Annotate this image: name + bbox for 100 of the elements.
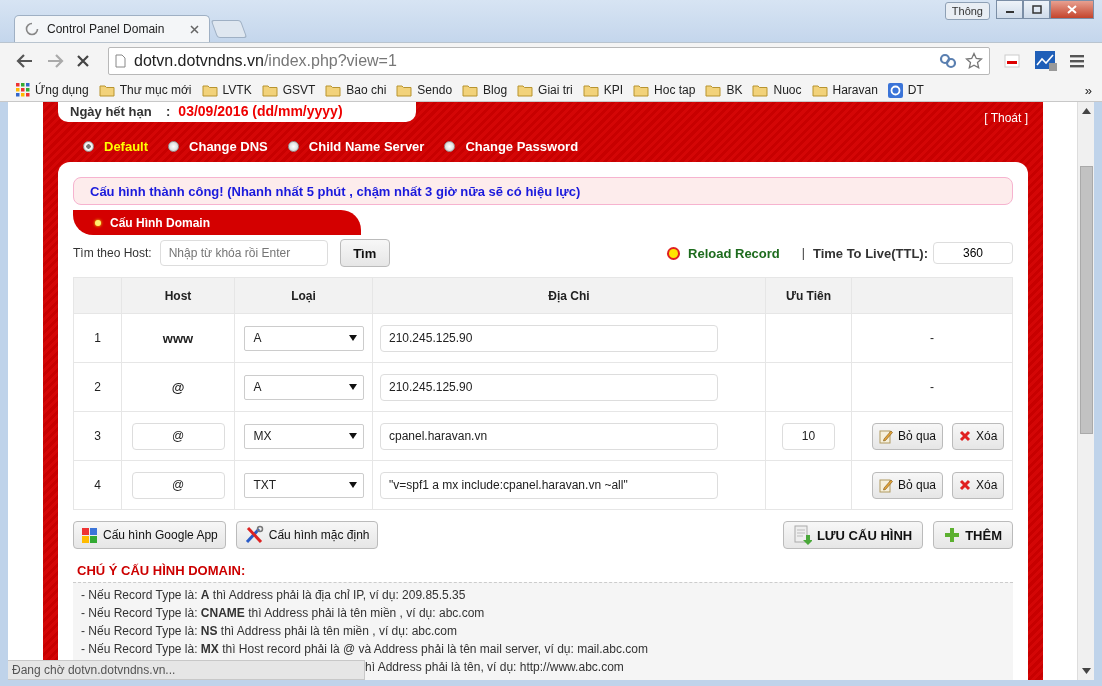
apps-grid-icon	[16, 83, 30, 97]
search-field[interactable]: Nhập từ khóa rồi Enter	[159, 240, 328, 266]
profile-button[interactable]: Thông	[944, 2, 990, 20]
note-line: - Nếu Record Type là: CNAME thì Address phải là tên miền , ví dụ: abc.com	[81, 605, 486, 622]
bookmark-item[interactable]: Thư mục mới	[98, 83, 192, 97]
search-button[interactable]: Tìm	[339, 239, 390, 267]
expiry-label: Ngày hết hạn	[70, 103, 153, 119]
caret-icon	[348, 335, 357, 341]
caret-icon	[348, 433, 357, 439]
edit-icon	[879, 477, 893, 493]
skip-button[interactable]: Bỏ qua	[872, 471, 944, 499]
note-line: - Nếu Record Type là: MX thì Host record phải là @ và Address phải là tên mail server, ví dụ: mail.abc.com	[81, 641, 649, 658]
row-number: 1	[73, 313, 122, 363]
row-number: 2	[73, 362, 122, 412]
note-line: - Nếu Record Type là: NS thì Address phải là tên miền , ví dụ: abc.com	[81, 623, 458, 640]
separator-text: |	[801, 246, 805, 260]
stop-icon[interactable]	[76, 54, 90, 68]
add-button[interactable]: THÊM	[933, 521, 1013, 549]
browser-tab[interactable]: Control Panel Domain	[14, 15, 210, 42]
address-field[interactable]: 210.245.125.90	[380, 373, 718, 401]
column-header: Ưu Tiên	[765, 277, 852, 314]
tools-icon	[243, 525, 264, 545]
expiry-separator: :	[166, 103, 171, 119]
mode-radio[interactable]: Default	[83, 139, 149, 154]
google-icon	[81, 526, 98, 544]
type-dropdown[interactable]: A	[243, 325, 364, 351]
skip-button[interactable]: Bỏ qua	[872, 422, 944, 450]
address-field[interactable]: 210.245.125.90	[380, 324, 718, 352]
bookmark-item[interactable]: GSVT	[261, 83, 316, 97]
caret-icon	[348, 384, 357, 390]
type-dropdown[interactable]: TXT	[243, 472, 364, 498]
host-field[interactable]: @	[131, 422, 225, 450]
bookmark-item[interactable]: DT	[887, 82, 924, 98]
minimize-button[interactable]	[996, 0, 1023, 19]
address-bar[interactable]: dotvn.dotvndns.vn/index.php?view=1	[108, 47, 990, 75]
maximize-icon	[1031, 5, 1042, 14]
bookmark-item[interactable]: LVTK	[201, 83, 252, 97]
mode-radio[interactable]: Change DNS	[168, 139, 268, 154]
edit-icon	[879, 428, 893, 444]
row-number: 3	[73, 411, 122, 461]
scroll-thumb[interactable]	[1079, 166, 1093, 434]
type-dropdown[interactable]: A	[243, 374, 364, 400]
bookmark-item[interactable]: Bao chi	[325, 83, 387, 97]
menu-icon[interactable]	[1070, 54, 1086, 68]
folder-icon	[261, 83, 278, 97]
chart-icon[interactable]	[1034, 50, 1058, 72]
action-cell: -	[851, 362, 1013, 412]
bookmark-item[interactable]: Nuoc	[752, 83, 802, 97]
row-number: 4	[73, 460, 122, 510]
bookmark-item[interactable]: Sendo	[396, 83, 453, 97]
logout-link[interactable]: [ Thoát ]	[984, 111, 1028, 125]
status-bar: Đang chờ dotvn.dotvndns.vn...	[8, 660, 365, 680]
folder-icon	[752, 83, 769, 97]
priority-field[interactable]: 10	[782, 422, 835, 450]
bookmark-item[interactable]: Ứng dụng	[16, 83, 89, 97]
link-icon[interactable]	[939, 53, 957, 69]
mode-radio[interactable]: Change Password	[444, 139, 579, 154]
folder-icon	[98, 83, 115, 97]
bookmark-item[interactable]: Giai tri	[517, 83, 573, 97]
host-field[interactable]: @	[131, 471, 225, 499]
delete-button[interactable]: Xóa	[952, 471, 1005, 499]
scroll-down-icon[interactable]	[1081, 668, 1091, 674]
notes-heading: CHÚ Ý CẤU HÌNH DOMAIN:	[77, 563, 247, 578]
host-cell: @	[121, 362, 235, 412]
address-field[interactable]: cpanel.haravan.vn	[380, 422, 718, 450]
mode-radio[interactable]: Child Name Server	[287, 139, 425, 154]
close-window-button[interactable]	[1050, 0, 1094, 19]
bookmark-item[interactable]: Hoc tap	[633, 83, 696, 97]
close-icon[interactable]	[190, 24, 199, 34]
ttl-field[interactable]: 360	[933, 242, 1013, 264]
scroll-up-icon[interactable]	[1081, 108, 1091, 114]
bookmark-item[interactable]: Blog	[462, 83, 508, 97]
google-app-button[interactable]: Cấu hình Google App	[73, 521, 226, 549]
more-bookmarks-button[interactable]: »	[1084, 82, 1092, 98]
caret-icon	[348, 482, 357, 488]
delete-x-icon	[959, 479, 972, 491]
folder-icon	[582, 83, 599, 97]
note-line: - Nếu Record Type là: A thì Address phải là địa chỉ IP, ví dụ: 209.85.5.35	[81, 587, 467, 604]
bookmark-item[interactable]: Haravan	[811, 83, 878, 97]
save-config-button[interactable]: LƯU CẤU HÌNH	[782, 521, 924, 549]
google-icon	[887, 82, 903, 98]
reload-radio[interactable]: Reload Record	[669, 245, 780, 261]
bookmark-item[interactable]: KPI	[582, 83, 624, 97]
host-cell: www	[121, 313, 235, 363]
default-config-button[interactable]: Cấu hình mặc định	[235, 521, 378, 549]
folder-icon	[517, 83, 534, 97]
search-label: Tìm theo Host:	[73, 246, 152, 260]
bookmark-item[interactable]: BK	[705, 83, 743, 97]
success-alert: Cấu hình thành công! (Nhanh nhất 5 phút , chậm nhất 3 giờ nữa sẽ có hiệu lực)	[73, 177, 1013, 205]
address-field[interactable]: "v=spf1 a mx include:cpanel.haravan.vn ~all"	[380, 471, 718, 499]
folder-icon	[705, 83, 722, 97]
extension-icon[interactable]	[1002, 52, 1022, 70]
maximize-button[interactable]	[1023, 0, 1050, 19]
document-download-icon	[793, 525, 812, 545]
delete-button[interactable]: Xóa	[952, 422, 1005, 450]
type-dropdown[interactable]: MX	[243, 423, 364, 449]
star-icon[interactable]	[965, 52, 983, 70]
folder-icon	[811, 83, 828, 97]
delete-x-icon	[959, 430, 972, 442]
back-icon[interactable]	[16, 53, 34, 69]
